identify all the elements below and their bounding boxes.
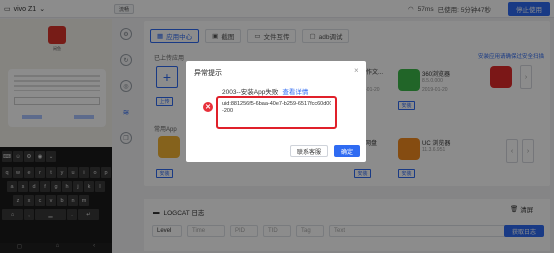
error-icon: ✕ bbox=[203, 102, 213, 112]
error-dialog: 异常提示 × 2003--安装App失败 查看详情 ✕ uid:881256f5… bbox=[186, 61, 366, 162]
error-message: 2003--安装App失败 bbox=[222, 89, 279, 96]
error-detail-box: uid:881256f5-6baa-40e7-b259-6517fcc60d00… bbox=[216, 96, 337, 129]
close-icon[interactable]: × bbox=[354, 66, 359, 75]
dialog-title: 异常提示 bbox=[194, 70, 222, 77]
dialog-message: 2003--安装App失败 查看详情 bbox=[222, 86, 308, 96]
error-uid-text: uid:881256f5-6baa-40e7-b259-6517fcc60d00 bbox=[222, 101, 331, 107]
contact-support-button[interactable]: 联系客服 bbox=[290, 145, 328, 157]
confirm-button[interactable]: 确定 bbox=[334, 145, 360, 157]
error-code-text: -200 bbox=[222, 108, 234, 114]
details-link[interactable]: 查看详情 bbox=[282, 86, 308, 96]
